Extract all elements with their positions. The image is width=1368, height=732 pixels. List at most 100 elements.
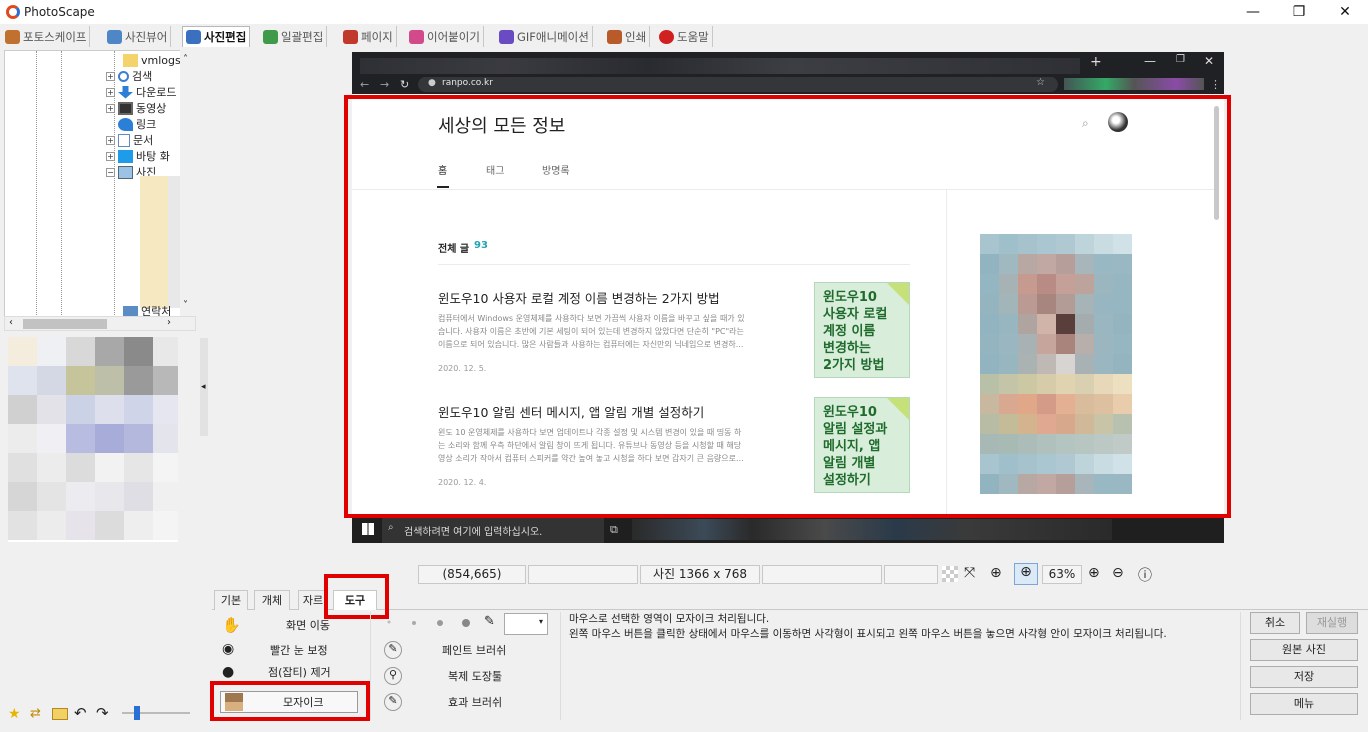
scroll-thumb[interactable] — [23, 319, 107, 329]
gif-tab-icon — [499, 29, 514, 44]
expand-icon[interactable]: + — [106, 87, 115, 97]
blurred-thumbnail-pixel — [124, 395, 153, 424]
windows-taskbar: ⌕ 검색하려면 여기에 입력하십시오. ⧉ — [352, 516, 1224, 543]
taskbar-search-placeholder: 검색하려면 여기에 입력하십시오. — [404, 527, 543, 538]
link-icon — [118, 117, 133, 131]
viewer-tab-icon — [107, 29, 122, 44]
subtab-basic[interactable]: 기본 — [214, 590, 248, 610]
stamp-icon: ⚲ — [384, 667, 402, 685]
blurred-thumbnail-pixel — [8, 366, 37, 395]
brush-icon: ✎ — [384, 641, 402, 659]
clone-stamp-button[interactable]: ⚲ 복제 도장툴 — [384, 665, 502, 687]
scroll-down-icon[interactable]: ˅ — [183, 300, 188, 311]
transparency-icon[interactable] — [942, 566, 958, 582]
open-folder-icon[interactable] — [52, 708, 68, 720]
blemish-removal-button[interactable]: ● 점(잡티) 제거 — [222, 664, 331, 678]
cancel-button[interactable]: 취소 — [1250, 612, 1300, 634]
paint-brush-button[interactable]: ✎ 페인트 브러쉬 — [384, 639, 506, 661]
zoom-fit-icon[interactable]: ⊕ — [990, 565, 1002, 581]
tree-item-links[interactable]: 링크 — [118, 116, 156, 132]
thumbnail-size-slider[interactable] — [122, 712, 190, 714]
tab-combine[interactable]: 이어붙이기 — [406, 26, 484, 47]
photoscape-logo-icon — [6, 5, 20, 19]
eyedropper-icon[interactable]: ✎ — [484, 614, 495, 629]
back-arrow-icon[interactable]: ↶ — [74, 704, 87, 722]
expand-icon[interactable]: + — [106, 103, 115, 113]
blurred-thumbnail-pixel — [153, 453, 178, 482]
favorite-folder-icon[interactable]: ⇄ — [30, 706, 41, 721]
blurred-thumbnail-pixel — [66, 453, 95, 482]
scroll-left-icon[interactable]: ‹ — [9, 317, 13, 328]
fit-window-icon[interactable]: ⤧ — [964, 565, 975, 581]
scroll-right-icon[interactable]: › — [167, 317, 171, 328]
browser-reload-icon: ↻ — [400, 78, 410, 91]
blurred-thumbnail-pixel — [95, 424, 124, 453]
zoom-out-icon[interactable]: ⊖ — [1112, 565, 1124, 581]
tab-viewer[interactable]: 사진뷰어 — [104, 26, 172, 47]
zoom-in-icon[interactable]: ⊕ — [1088, 565, 1100, 581]
left-bottom-toolbar: ★ ⇄ ↶ ↷ — [4, 700, 204, 728]
brush-size-4[interactable] — [462, 619, 470, 627]
expand-icon[interactable]: + — [106, 71, 115, 81]
blurred-thumbnail-pixel — [37, 511, 66, 540]
tab-help[interactable]: 도움말 — [656, 26, 713, 47]
blurred-thumbnail-pixel — [124, 366, 153, 395]
blurred-thumbnail-pixel — [37, 395, 66, 424]
slider-handle[interactable] — [134, 706, 140, 720]
blurred-thumbnail-pixel — [8, 337, 37, 366]
tree-item-vmlogs[interactable]: vmlogs — [123, 52, 181, 68]
brush-size-3[interactable] — [437, 620, 443, 626]
tree-item-downloads[interactable]: + 다운로드 — [106, 84, 176, 100]
tab-page[interactable]: 페이지 — [340, 26, 397, 47]
brush-size-1[interactable] — [387, 620, 391, 624]
scroll-up-icon[interactable]: ˄ — [183, 54, 188, 65]
eye-icon: ◉ — [222, 641, 235, 657]
collapse-arrow-icon[interactable]: ◂ — [201, 382, 206, 392]
tree-item-contacts[interactable]: 연락처 — [123, 306, 171, 316]
blurred-thumbnail-pixel — [8, 482, 37, 511]
expand-icon[interactable]: + — [106, 151, 115, 161]
tree-item-desktop[interactable]: + 바탕 화 — [106, 148, 170, 164]
tool-description: 마우스로 선택한 영역이 모자이크 처리됩니다. 왼쪽 마우스 버튼을 클릭한 … — [569, 613, 1167, 640]
effect-brush-button[interactable]: ✎ 효과 브러쉬 — [384, 691, 502, 713]
forward-arrow-icon[interactable]: ↷ — [96, 704, 109, 722]
red-eye-button[interactable]: ◉ 빨간 눈 보정 — [222, 639, 328, 661]
close-button[interactable]: ✕ — [1322, 0, 1368, 24]
star-icon[interactable]: ★ — [8, 706, 21, 722]
original-photo-button[interactable]: 원본 사진 — [1250, 639, 1358, 661]
redo-button[interactable]: 재실행 — [1306, 612, 1358, 634]
blurred-thumbnail-pixel — [66, 337, 95, 366]
tree-item-documents[interactable]: + 문서 — [106, 132, 153, 148]
menu-button[interactable]: 메뉴 — [1250, 693, 1358, 715]
pan-tool-button[interactable]: ✋ 화면 이동 — [222, 614, 330, 636]
tree-item-videos[interactable]: + 동영상 — [106, 100, 166, 116]
save-button[interactable]: 저장 — [1250, 666, 1358, 688]
brush-size-2[interactable] — [412, 621, 416, 625]
zoom-actual-icon[interactable]: ⊕ — [1014, 563, 1038, 585]
tab-editor[interactable]: 사진편집 — [182, 26, 251, 47]
restore-button[interactable]: ❐ — [1276, 0, 1322, 24]
tab-batch-editor[interactable]: 일괄편집 — [260, 26, 328, 47]
info-icon[interactable]: ⓘ — [1138, 565, 1152, 585]
photoscape-tab-icon — [5, 29, 20, 44]
color-dropdown[interactable]: ▾ — [504, 613, 548, 635]
minimize-button[interactable]: — — [1230, 0, 1276, 24]
thumbnail-panel-blurred[interactable] — [8, 337, 178, 542]
address-bar: ● ranpo.co.kr ☆ — [418, 77, 1058, 92]
subtab-object[interactable]: 개체 — [254, 590, 290, 610]
collapse-icon[interactable]: − — [106, 167, 115, 177]
url-text: ranpo.co.kr — [442, 78, 493, 88]
tree-vertical-scrollbar[interactable]: ˄ ˅ — [180, 50, 196, 318]
tab-print[interactable]: 인쇄 — [604, 26, 651, 47]
page-tab-icon — [343, 29, 358, 44]
blurred-thumbnail-pixel — [153, 482, 178, 511]
blurred-thumbnail-pixel — [95, 366, 124, 395]
tab-gif-animation[interactable]: GIF애니메이션 — [496, 26, 593, 47]
tree-item-search[interactable]: + 검색 — [106, 68, 152, 84]
tree-horizontal-scrollbar[interactable]: ‹ › — [4, 316, 196, 331]
video-icon — [118, 101, 133, 115]
zoom-level[interactable]: 63% — [1042, 565, 1082, 584]
tab-photoscape[interactable]: 포토스케이프 — [2, 26, 91, 47]
expand-icon[interactable]: + — [106, 135, 115, 145]
blurred-thumbnail-pixel — [37, 453, 66, 482]
